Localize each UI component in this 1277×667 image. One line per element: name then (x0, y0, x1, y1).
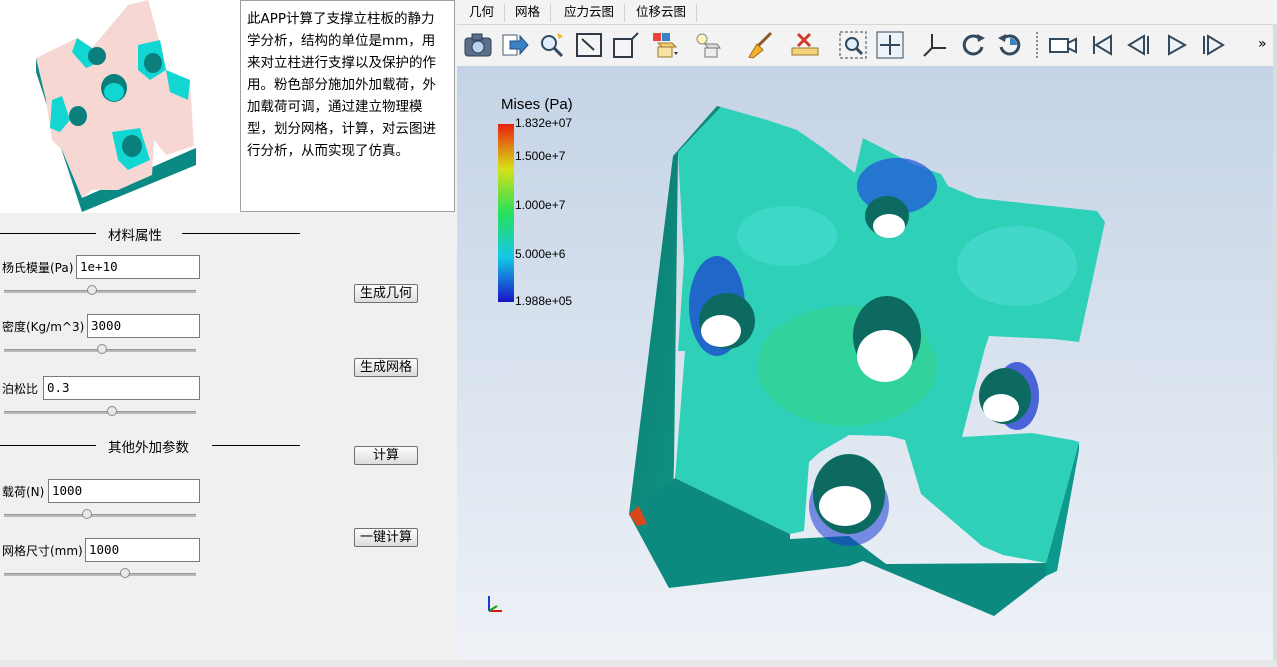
slider-thumb[interactable] (106, 406, 117, 416)
one-click-compute-button[interactable]: 一键计算 (354, 528, 418, 547)
density-label: 密度(Kg/m^3) (2, 320, 85, 334)
slider-thumb[interactable] (87, 285, 98, 295)
description-text: 此APP计算了支撑立柱板的静力学分析，结构的单位是mm，用来对立柱进行支撑以及保… (240, 0, 455, 212)
bottom-status-strip (0, 660, 1277, 667)
3d-viewport[interactable]: Mises (Pa) 1.832e+07 1.500e+7 1.000e+7 5… (457, 66, 1273, 660)
generate-mesh-button[interactable]: 生成网格 (354, 358, 418, 377)
stress-contour-render (488, 106, 1105, 616)
left-panel: 此APP计算了支撑立柱板的静力学分析，结构的单位是mm，用来对立柱进行支撑以及保… (0, 0, 457, 667)
colorbar-min: 1.988e+05 (515, 294, 573, 308)
model-preview-image (36, 0, 196, 212)
generate-geometry-button[interactable]: 生成几何 (354, 284, 418, 303)
mesh-size-label: 网格尺寸(mm) (2, 544, 83, 558)
mesh-size-slider[interactable] (4, 568, 196, 580)
color-icon[interactable] (650, 30, 680, 60)
prev-frame-icon[interactable] (1124, 30, 1154, 60)
poisson-input[interactable]: 0.3 (43, 376, 200, 400)
section-other-title: 其他外加参数 (108, 440, 189, 456)
section-material-header: 材料属性 (0, 223, 300, 244)
youngs-modulus-slider[interactable] (4, 285, 196, 297)
rotate-ccw-icon[interactable] (995, 30, 1025, 60)
more-icon[interactable]: » (1258, 36, 1267, 52)
compute-button[interactable]: 计算 (354, 446, 418, 465)
zoom-box-icon[interactable] (838, 30, 868, 60)
load-input[interactable]: 1000 (48, 479, 200, 503)
tab-bar: 几何 网格 应力云图 位移云图 (457, 0, 1277, 25)
last-frame-icon[interactable] (1198, 30, 1228, 60)
clear-icon[interactable] (745, 30, 775, 60)
poisson-label: 泊松比 (2, 382, 39, 396)
mesh-size-input[interactable]: 1000 (85, 538, 200, 562)
export-icon[interactable] (500, 30, 530, 60)
tab-geometry[interactable]: 几何 (459, 4, 506, 22)
rotate-cw-icon[interactable] (958, 30, 988, 60)
density-slider[interactable] (4, 344, 196, 356)
box-view-icon[interactable] (611, 30, 641, 60)
density-input[interactable]: 3000 (87, 314, 200, 338)
poisson-slider[interactable] (4, 406, 196, 418)
load-label: 载荷(N) (2, 485, 45, 499)
axes-icon[interactable] (920, 30, 950, 60)
section-other-header: 其他外加参数 (0, 435, 300, 456)
model-preview (0, 0, 240, 213)
slider-thumb[interactable] (119, 568, 130, 578)
first-frame-icon[interactable] (1087, 30, 1117, 60)
slider-thumb[interactable] (81, 509, 92, 519)
load-slider[interactable] (4, 509, 196, 521)
fit-view-icon[interactable] (574, 30, 604, 60)
slider-thumb[interactable] (96, 344, 107, 354)
tab-mesh[interactable]: 网格 (505, 4, 552, 22)
camera-icon[interactable] (463, 30, 493, 60)
right-edge-scrollbar[interactable] (1273, 24, 1277, 660)
move-icon[interactable] (875, 30, 905, 60)
video-icon[interactable] (1048, 30, 1078, 60)
light-icon[interactable] (693, 30, 723, 60)
colorbar-title: Mises (Pa) (501, 96, 573, 113)
colorbar-tick-1: 1.500e+7 (515, 149, 566, 163)
section-material-title: 材料属性 (108, 228, 162, 244)
colorbar-max: 1.832e+07 (515, 116, 573, 130)
colorbar-tick-3: 5.000e+6 (515, 247, 566, 261)
play-icon[interactable] (1161, 30, 1191, 60)
colorbar-tick-2: 1.000e+7 (515, 198, 566, 212)
zoom-icon[interactable] (537, 30, 567, 60)
toolbar-separator (1036, 32, 1040, 58)
measure-icon[interactable] (790, 30, 820, 60)
tab-stress-contour[interactable]: 应力云图 (554, 4, 626, 22)
youngs-modulus-input[interactable]: 1e+10 (76, 255, 200, 279)
colorbar-gradient (498, 124, 514, 302)
tab-displacement-contour[interactable]: 位移云图 (626, 4, 698, 22)
youngs-modulus-label: 杨氏模量(Pa) (2, 261, 74, 275)
